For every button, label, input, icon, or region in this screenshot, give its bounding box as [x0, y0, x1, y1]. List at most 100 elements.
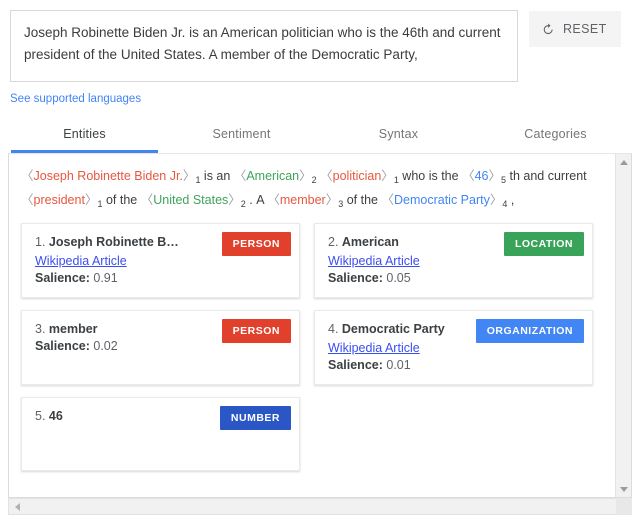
annotation-plain-text: is an [200, 169, 234, 183]
annotated-entity[interactable]: 46 [475, 169, 489, 183]
entity-salience: Salience: 0.01 [328, 358, 580, 372]
annotated-entity[interactable]: American [246, 169, 299, 183]
reset-button-label: RESET [563, 22, 607, 36]
annotation-plain-text: th and current [506, 169, 587, 183]
annotation-index: 1 [97, 199, 103, 209]
entity-card[interactable]: 2. American LOCATION Wikipedia Article Sali… [314, 223, 593, 298]
tab-entities-label: Entities [63, 127, 106, 141]
tab-categories[interactable]: Categories [477, 119, 634, 153]
entity-card-index: 1. [35, 235, 49, 249]
entities-result-panel: 〈Joseph Robinette Biden Jr.〉1 is an 〈Ame… [8, 153, 632, 498]
annotated-entity[interactable]: president [34, 193, 85, 207]
annotation-close-paren: 〉 [182, 169, 196, 183]
annotation-open-paren: 〈 [21, 169, 34, 183]
tab-syntax[interactable]: Syntax [320, 119, 477, 153]
wikipedia-article-link[interactable]: Wikipedia Article [328, 254, 420, 268]
tab-syntax-label: Syntax [378, 127, 419, 141]
entity-type-badge: ORGANIZATION [475, 319, 584, 343]
entities-scroll-area: 〈Joseph Robinette Biden Jr.〉1 is an 〈Ame… [9, 154, 615, 497]
annotated-entity[interactable]: Joseph Robinette Biden Jr. [34, 169, 183, 183]
entity-card-name: American [341, 235, 399, 249]
annotation-open-paren: 〈 [381, 193, 394, 207]
horizontal-scrollbar[interactable] [8, 498, 632, 515]
entity-salience-label: Salience: [328, 271, 387, 285]
annotation-close-paren: 〉 [84, 193, 98, 207]
entity-type-badge: LOCATION [503, 232, 584, 256]
scroll-down-arrow-icon[interactable] [616, 481, 632, 497]
annotation-index: 3 [338, 199, 344, 209]
wikipedia-article-link[interactable]: Wikipedia Article [35, 254, 127, 268]
entity-card-index: 2. [328, 235, 342, 249]
annotation-plain-text: who is the [398, 169, 463, 183]
annotation-open-paren: 〈 [233, 169, 247, 183]
annotated-sentence: 〈Joseph Robinette Biden Jr.〉1 is an 〈Ame… [9, 154, 615, 215]
entity-card[interactable]: 5. 46 NUMBER [21, 397, 300, 471]
annotation-plain-text: , [507, 193, 515, 207]
entity-salience-value: 0.01 [386, 358, 411, 372]
horizontal-scrollbar-thumb[interactable] [26, 500, 614, 513]
entity-card-index: 5. [35, 409, 49, 423]
annotation-plain-text: of the [343, 193, 382, 207]
annotation-open-paren: 〈 [320, 169, 333, 183]
tab-sentiment[interactable]: Sentiment [163, 119, 320, 153]
annotation-close-paren: 〉 [489, 193, 503, 207]
annotation-index: 1 [195, 175, 201, 185]
scroll-left-arrow-icon[interactable] [9, 499, 25, 514]
entity-type-badge: PERSON [221, 232, 291, 256]
entity-card[interactable]: 3. member PERSON Salience: 0.02 [21, 310, 300, 385]
entity-card[interactable]: 4. Democratic Party ORGANIZATION Wikipedia… [314, 310, 593, 385]
tab-sentiment-label: Sentiment [212, 127, 271, 141]
annotated-entity[interactable]: member [280, 193, 326, 207]
annotation-close-paren: 〉 [325, 193, 339, 207]
entity-salience-value: 0.02 [93, 339, 118, 353]
entity-card-list: 1. Joseph Robinette B… PERSON Wikipedia Ar… [9, 215, 615, 485]
tab-entities[interactable]: Entities [6, 119, 163, 153]
annotation-index: 2 [240, 199, 246, 209]
annotation-index: 4 [502, 199, 508, 209]
annotation-close-paren: 〉 [299, 169, 312, 183]
entity-salience: Salience: 0.91 [35, 271, 287, 285]
entity-card-name: 46 [48, 409, 63, 423]
entity-card-name: Democratic Party [341, 322, 445, 336]
scrollbar-corner [616, 498, 632, 515]
result-tabs: Entities Sentiment Syntax Categories [0, 119, 640, 153]
entity-salience-label: Salience: [35, 339, 94, 353]
annotation-open-paren: 〈 [21, 193, 34, 207]
scroll-up-arrow-icon[interactable] [616, 154, 632, 170]
annotation-close-paren: 〉 [228, 193, 241, 207]
vertical-scrollbar[interactable] [615, 154, 631, 497]
annotated-entity[interactable]: Democratic Party [394, 193, 490, 207]
entity-salience-label: Salience: [35, 271, 94, 285]
entity-card[interactable]: 1. Joseph Robinette B… PERSON Wikipedia Ar… [21, 223, 300, 298]
annotation-close-paren: 〉 [488, 169, 501, 183]
annotation-plain-text: of the [102, 193, 141, 207]
input-row: Joseph Robinette Biden Jr. is an America… [0, 0, 640, 82]
reset-button[interactable]: RESET [529, 11, 621, 47]
annotated-entity[interactable]: United States [153, 193, 228, 207]
annotation-index: 2 [311, 175, 317, 185]
tab-categories-label: Categories [524, 127, 587, 141]
entity-card-index: 4. [328, 322, 342, 336]
entity-salience: Salience: 0.05 [328, 271, 580, 285]
nl-api-demo-app: Joseph Robinette Biden Jr. is an America… [0, 0, 640, 523]
entity-card-index: 3. [35, 322, 49, 336]
wikipedia-article-link[interactable]: Wikipedia Article [328, 341, 420, 355]
annotation-plain-text: . A [245, 193, 268, 207]
reset-rotate-icon [541, 22, 556, 37]
entity-card-name: member [48, 322, 98, 336]
entity-type-badge: PERSON [221, 319, 291, 343]
entity-card-name: Joseph Robinette B… [48, 235, 179, 249]
annotation-index: 5 [501, 175, 507, 185]
annotation-close-paren: 〉 [381, 169, 394, 183]
analysis-text-input[interactable]: Joseph Robinette Biden Jr. is an America… [10, 10, 518, 82]
entity-salience-value: 0.91 [93, 271, 118, 285]
annotation-open-paren: 〈 [462, 169, 475, 183]
annotated-entity[interactable]: politician [333, 169, 382, 183]
see-supported-languages-link[interactable]: See supported languages [10, 93, 141, 105]
annotation-open-paren: 〈 [267, 193, 280, 207]
entity-salience-label: Salience: [328, 358, 387, 372]
annotation-open-paren: 〈 [140, 193, 154, 207]
entity-salience-value: 0.05 [386, 271, 411, 285]
entity-type-badge: NUMBER [219, 406, 291, 430]
horizontal-scrollbar-region [8, 498, 632, 515]
